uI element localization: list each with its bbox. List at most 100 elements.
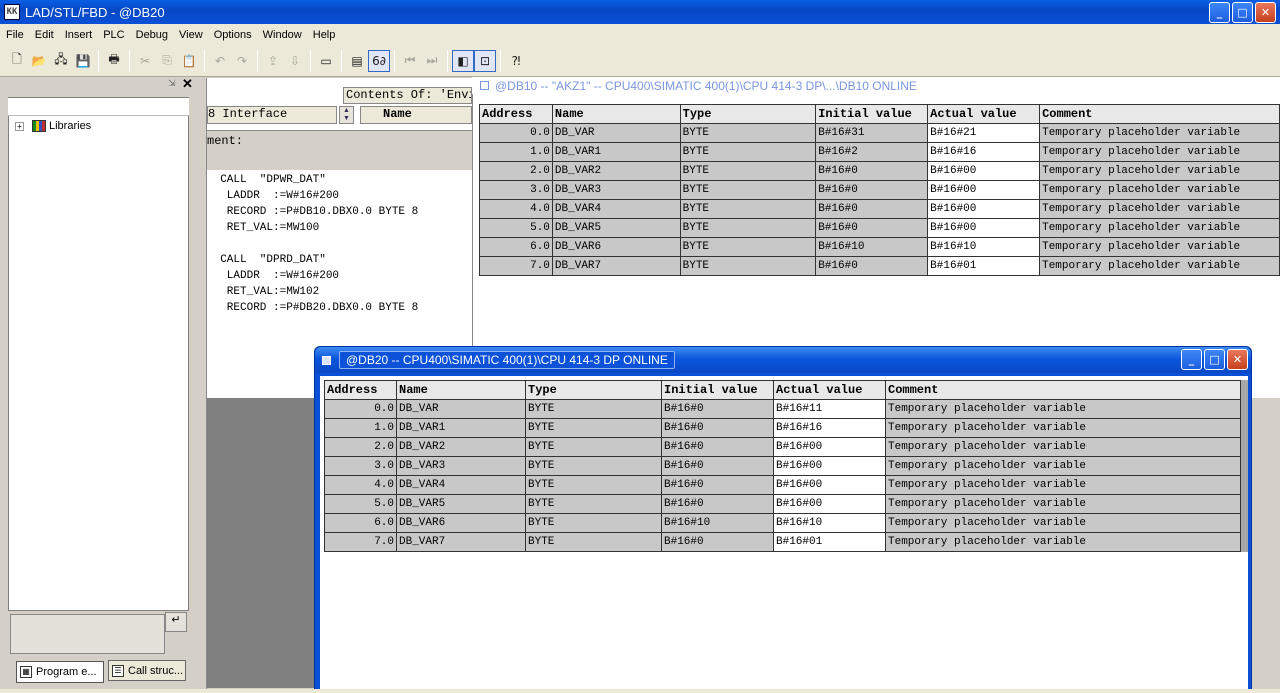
cell-actual-value[interactable]: B#16#01 (773, 532, 886, 552)
col-comment[interactable]: Comment (1039, 104, 1280, 124)
minimize-button[interactable]: _ (1209, 2, 1230, 23)
monitor-icon[interactable]: ▤ (346, 50, 368, 72)
copy-icon[interactable]: ⎘ (156, 50, 178, 72)
code-line: RET_VAL:=MW100 (207, 222, 320, 234)
table-row[interactable]: 3.0 DB_VAR3 BYTE B#16#0 B#16#00 Temporary pla… (324, 456, 1241, 476)
new-icon[interactable]: 🗋 (6, 50, 28, 72)
cell-actual-value[interactable]: B#16#16 (927, 142, 1041, 162)
table-row[interactable]: 1.0 DB_VAR1 BYTE B#16#0 B#16#16 Temporary pla… (324, 418, 1241, 438)
menu-file[interactable]: File (2, 29, 28, 41)
print-icon[interactable]: 🖶 (103, 50, 125, 72)
table-row[interactable]: 5.0 DB_VAR5 BYTE B#16#0 B#16#00 Temporary pla… (479, 218, 1280, 238)
menu-window[interactable]: Window (259, 29, 306, 41)
col-name[interactable]: Name (551, 104, 681, 124)
db20-close-button[interactable]: ✕ (1227, 349, 1248, 370)
table-row[interactable]: 0.0 DB_VAR BYTE B#16#31 B#16#21 Temporary pla… (479, 123, 1280, 143)
col-address[interactable]: Address (479, 104, 553, 124)
app-title-bar[interactable]: KK LAD/STL/FBD - @DB20 _ □ ✕ (0, 0, 1280, 24)
menu-view[interactable]: View (175, 29, 207, 41)
table-row[interactable]: 1.0 DB_VAR1 BYTE B#16#2 B#16#16 Temporary pla… (479, 142, 1280, 162)
col-address[interactable]: Address (324, 380, 397, 400)
db20-minimize-button[interactable]: _ (1181, 349, 1202, 370)
download-icon[interactable]: ⇩ (284, 50, 306, 72)
col-name[interactable]: Name (396, 380, 526, 400)
table-row[interactable]: 2.0 DB_VAR2 BYTE B#16#0 B#16#00 Temporary pla… (324, 437, 1241, 457)
db20-title-bar[interactable]: @DB20 -- CPU400\SIMATIC 400(1)\CPU 414-3… (315, 347, 1251, 373)
table-row[interactable]: 2.0 DB_VAR2 BYTE B#16#0 B#16#00 Temporary pla… (479, 161, 1280, 181)
db20-maximize-button[interactable]: □ (1204, 349, 1225, 370)
menu-options[interactable]: Options (210, 29, 256, 41)
expand-icon[interactable]: + (15, 121, 24, 131)
redo-icon[interactable]: ↷ (231, 50, 253, 72)
cell-type: BYTE (525, 494, 662, 514)
window-arrange-icon[interactable]: ◧ (452, 49, 474, 72)
close-button[interactable]: ✕ (1255, 2, 1276, 23)
col-comment[interactable]: Comment (885, 380, 1241, 400)
pane-undock-icon[interactable]: ⇲ (168, 78, 180, 90)
help-icon[interactable]: ⁈ (505, 50, 527, 72)
scroll-spinner[interactable]: ▲ ▼ (339, 106, 354, 124)
col-actual-value[interactable]: Actual value (773, 380, 886, 400)
cell-name: DB_VAR6 (396, 513, 526, 533)
table-row[interactable]: 6.0 DB_VAR6 BYTE B#16#10 B#16#10 Temporary pl… (479, 237, 1280, 257)
cell-actual-value[interactable]: B#16#00 (773, 494, 886, 514)
cell-actual-value[interactable]: B#16#21 (927, 123, 1041, 143)
col-type[interactable]: Type (679, 104, 817, 124)
db10-title-bar[interactable]: @DB10 -- "AKZ1" -- CPU400\SIMATIC 400(1)… (472, 77, 1280, 94)
cell-actual-value[interactable]: B#16#16 (773, 418, 886, 438)
menu-insert[interactable]: Insert (61, 29, 97, 41)
pane-close-icon[interactable]: ✕ (182, 77, 196, 91)
glasses-icon[interactable]: 6∂ (368, 49, 390, 72)
cell-actual-value[interactable]: B#16#00 (927, 161, 1041, 181)
cell-actual-value[interactable]: B#16#00 (773, 475, 886, 495)
cell-actual-value[interactable]: B#16#10 (927, 237, 1041, 257)
table-row[interactable]: 7.0 DB_VAR7 BYTE B#16#0 B#16#01 Temporary pla… (479, 256, 1280, 276)
interface-tree[interactable]: 8 Interface (207, 106, 337, 124)
table-row[interactable]: 7.0 DB_VAR7 BYTE B#16#0 B#16#01 Temporary pla… (324, 532, 1241, 552)
tab-call-structure[interactable]: ☰ Call struc... (108, 660, 186, 681)
zoom-icon[interactable]: ⊡ (474, 49, 496, 72)
cell-actual-value[interactable]: B#16#01 (927, 256, 1041, 276)
cell-actual-value[interactable]: B#16#00 (927, 180, 1041, 200)
table-row[interactable]: 5.0 DB_VAR5 BYTE B#16#0 B#16#00 Temporary pla… (324, 494, 1241, 514)
tab-program-elements[interactable]: ▦ Program e... (16, 661, 104, 683)
tree-item-libraries[interactable]: + Libraries (15, 120, 91, 132)
breakpoint-prev-icon[interactable]: ⏮ (399, 50, 421, 72)
col-actual-value[interactable]: Actual value (927, 104, 1041, 124)
save-icon[interactable]: 💾 (72, 50, 94, 72)
cell-comment: Temporary placeholder variable (1039, 256, 1280, 276)
load-icon[interactable]: ⇪ (262, 50, 284, 72)
table-row[interactable]: 3.0 DB_VAR3 BYTE B#16#0 B#16#00 Temporary pla… (479, 180, 1280, 200)
cell-actual-value[interactable]: B#16#00 (773, 456, 886, 476)
menu-plc[interactable]: PLC (99, 29, 128, 41)
cell-address: 4.0 (324, 475, 397, 495)
col-type[interactable]: Type (525, 380, 662, 400)
app-icon[interactable]: KK (4, 4, 20, 20)
table-row[interactable]: 4.0 DB_VAR4 BYTE B#16#0 B#16#00 Temporary pla… (479, 199, 1280, 219)
cell-actual-value[interactable]: B#16#00 (927, 199, 1041, 219)
col-initial-value[interactable]: Initial value (661, 380, 774, 400)
detail-toggle-button[interactable]: ↵ (165, 612, 187, 632)
paste-icon[interactable]: 📋 (178, 50, 200, 72)
breakpoint-next-icon[interactable]: ⏭ (421, 50, 443, 72)
cut-icon[interactable]: ✂ (134, 50, 156, 72)
menu-debug[interactable]: Debug (132, 29, 172, 41)
menu-help[interactable]: Help (309, 29, 340, 41)
open-icon[interactable]: 📂 (28, 50, 50, 72)
name-column-header: Name (360, 106, 472, 124)
menu-edit[interactable]: Edit (31, 29, 58, 41)
cell-actual-value[interactable]: B#16#00 (927, 218, 1041, 238)
program-elements-tree[interactable]: + Libraries (8, 97, 189, 611)
cell-actual-value[interactable]: B#16#11 (773, 399, 886, 419)
cell-actual-value[interactable]: B#16#10 (773, 513, 886, 533)
table-row[interactable]: 0.0 DB_VAR BYTE B#16#0 B#16#11 Temporary plac… (324, 399, 1241, 419)
table-row[interactable]: 4.0 DB_VAR4 BYTE B#16#0 B#16#00 Temporary pla… (324, 475, 1241, 495)
table-row[interactable]: 6.0 DB_VAR6 BYTE B#16#10 B#16#10 Temporary pl… (324, 513, 1241, 533)
maximize-button[interactable]: □ (1232, 2, 1253, 23)
undo-icon[interactable]: ↶ (209, 50, 231, 72)
accessible-nodes-icon[interactable]: 🖧 (50, 50, 72, 72)
col-initial-value[interactable]: Initial value (815, 104, 929, 124)
cell-actual-value[interactable]: B#16#00 (773, 437, 886, 457)
overview-icon[interactable]: ▭ (315, 50, 337, 72)
